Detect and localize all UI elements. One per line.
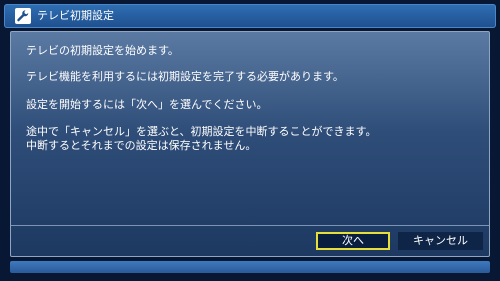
footer-bar — [10, 261, 490, 273]
message-line-3: 設定を開始するには「次へ」を選んでください。 — [26, 98, 268, 111]
divider — [11, 225, 489, 226]
message-line-1: テレビの初期設定を始めます。 — [26, 44, 179, 57]
wrench-icon — [15, 8, 31, 24]
message-line-2: テレビ機能を利用するには初期設定を完了する必要があります。 — [26, 70, 344, 83]
tv-setup-screen: テレビ初期設定 テレビの初期設定を始めます。 テレビ機能を利用するには初期設定を… — [0, 0, 500, 281]
setup-dialog: テレビの初期設定を始めます。 テレビ機能を利用するには初期設定を完了する必要があ… — [10, 31, 490, 257]
message-line-4: 途中で「キャンセル」を選ぶと、初期設定を中断することができます。 — [26, 125, 377, 138]
next-button[interactable]: 次へ — [316, 232, 390, 250]
title-bar: テレビ初期設定 — [4, 4, 496, 28]
cancel-button[interactable]: キャンセル — [398, 232, 483, 250]
window-title: テレビ初期設定 — [37, 9, 114, 22]
message-line-5: 中断するとそれまでの設定は保存されません。 — [26, 139, 257, 152]
